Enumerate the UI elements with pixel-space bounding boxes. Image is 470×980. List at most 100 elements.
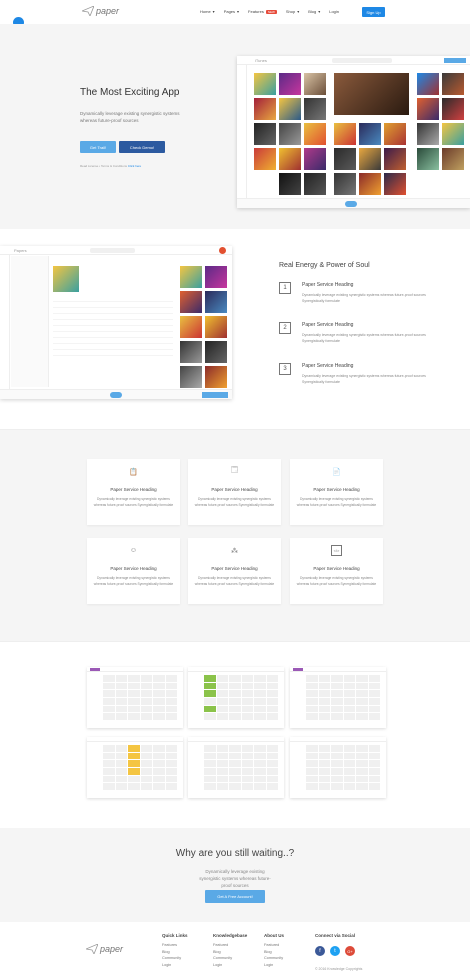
mock-topbar: Papers xyxy=(0,246,232,255)
album-tile xyxy=(180,366,202,388)
code-icon: </> xyxy=(331,545,342,556)
screenshot-thumb[interactable] xyxy=(188,737,284,798)
screenshot-thumb[interactable] xyxy=(188,667,284,728)
album-tile xyxy=(334,173,356,195)
number-3-icon: 3 xyxy=(279,363,291,375)
menu-item-home[interactable]: Home ▾ xyxy=(200,9,215,14)
service-card: ☺ Paper Service Heading Dynamically leve… xyxy=(87,538,180,604)
section-title: Real Energy & Power of Soul xyxy=(279,262,370,269)
album-tile xyxy=(417,98,439,120)
mock-button xyxy=(202,392,228,398)
chevron-down-icon: ▾ xyxy=(318,9,321,14)
thumb-grid xyxy=(103,745,177,790)
feature-heading: Paper Service Heading xyxy=(302,363,354,369)
social-links: f t G+ xyxy=(315,946,355,956)
twitter-icon[interactable]: t xyxy=(330,946,340,956)
mock-button xyxy=(444,58,466,63)
mock-title: iTunes xyxy=(255,58,267,63)
top-nav: paper Home ▾ Pages ▾ Features NEW Shop ▾ Blo… xyxy=(0,0,470,24)
service-desc: Dynamically leverage existing synergisti… xyxy=(296,576,377,586)
feature-heading: Paper Service Heading xyxy=(302,322,354,328)
menu-item-shop[interactable]: Shop ▾ xyxy=(286,9,299,14)
album-tile xyxy=(180,341,202,363)
menu-item-blog[interactable]: Blog ▾ xyxy=(308,9,320,14)
thumb-tag xyxy=(90,668,100,671)
album-tile xyxy=(442,73,464,95)
cta-subtitle: Dynamically leverage existing synergisti… xyxy=(0,868,470,889)
get-trial-button[interactable]: Get Trail! xyxy=(80,141,116,153)
album-tile xyxy=(180,291,202,313)
service-card: 🗔 Paper Service Heading Dynamically leve… xyxy=(188,459,281,525)
menu-item-features[interactable]: Features NEW xyxy=(248,9,277,14)
feature-desc: Dynamically leverage existing synergisti… xyxy=(302,293,426,303)
footer-link[interactable]: Login xyxy=(213,962,247,969)
note-link[interactable]: Click here xyxy=(128,164,141,168)
hero-subtitle: Dynamically leverage existing synergisti… xyxy=(80,111,180,123)
mock-panel xyxy=(11,256,49,387)
screenshot-thumb[interactable] xyxy=(290,737,386,798)
service-heading: Paper Service Heading xyxy=(211,566,258,571)
mock-tracklist xyxy=(53,296,173,356)
screenshot-thumb[interactable] xyxy=(87,737,183,798)
screenshot-thumb[interactable] xyxy=(290,667,386,728)
service-desc: Dynamically leverage existing synergisti… xyxy=(93,576,174,586)
menu-label: Shop xyxy=(285,9,296,14)
thumb-grid xyxy=(306,675,380,720)
footer-col-about: About Us Featured Blog Community Login xyxy=(264,933,284,968)
player-bar xyxy=(237,198,470,208)
footer-col-social: Connect via Social xyxy=(315,933,355,942)
album-tile xyxy=(254,148,276,170)
facebook-icon[interactable]: f xyxy=(315,946,325,956)
album-tile xyxy=(304,73,326,95)
hero-note: Read License • Terms & Conditions Click … xyxy=(80,164,141,168)
album-tile xyxy=(384,148,406,170)
play-control xyxy=(345,201,357,207)
service-desc: Dynamically leverage existing synergisti… xyxy=(93,497,174,507)
menu-label: Features xyxy=(248,9,264,14)
footer-heading: Knowledgebase xyxy=(213,933,248,938)
album-tile xyxy=(384,173,406,195)
footer-link[interactable]: Login xyxy=(162,962,188,969)
check-demo-button[interactable]: Check Demo! xyxy=(119,141,165,153)
logo-text: paper xyxy=(100,944,124,954)
album-tile xyxy=(442,98,464,120)
menu-item-pages[interactable]: Pages ▾ xyxy=(224,9,239,14)
footer-link[interactable]: Community xyxy=(264,955,284,962)
chevron-down-icon: ▾ xyxy=(297,9,300,14)
album-tile xyxy=(417,73,439,95)
album-tile-large xyxy=(334,73,409,115)
cta-title: Why are you still waiting..? xyxy=(175,848,295,859)
thumb-grid xyxy=(306,745,380,790)
service-heading: Paper Service Heading xyxy=(110,566,157,571)
album-tile xyxy=(205,291,227,313)
album-tile xyxy=(359,148,381,170)
thumb-topbar xyxy=(87,667,183,672)
album-tile xyxy=(304,123,326,145)
thumb-grid xyxy=(204,675,278,720)
free-account-button[interactable]: Get A Free Account! xyxy=(205,890,265,903)
logo[interactable]: paper xyxy=(82,6,119,16)
thumb-topbar xyxy=(290,737,386,742)
screenshot-thumb[interactable] xyxy=(87,667,183,728)
album-tile xyxy=(205,366,227,388)
album-tile xyxy=(359,173,381,195)
cta-subtitle-text: Dynamically leverage existing synergisti… xyxy=(199,869,271,888)
menu-label: Login xyxy=(329,9,340,14)
mock-sidebar xyxy=(0,255,10,399)
album-cover xyxy=(53,266,79,292)
thumb-grid xyxy=(103,675,177,720)
service-heading: Paper Service Heading xyxy=(110,487,157,492)
footer: paper Quick Links Features Blog Communit… xyxy=(0,922,470,980)
album-tile xyxy=(334,148,356,170)
menu-item-login[interactable]: Login xyxy=(329,9,339,14)
service-desc: Dynamically leverage existing synergisti… xyxy=(194,576,275,586)
signup-button[interactable]: Sign Up xyxy=(362,7,385,17)
googleplus-icon[interactable]: G+ xyxy=(345,946,355,956)
document-icon: 📄 xyxy=(332,468,341,476)
album-tile xyxy=(279,173,301,195)
mock-avatar xyxy=(219,247,226,254)
footer-logo[interactable]: paper xyxy=(86,944,123,954)
thumb-tag xyxy=(293,668,303,671)
footer-col-quick-links: Quick Links Features Blog Community Logi… xyxy=(162,933,188,968)
footer-link[interactable]: Login xyxy=(264,962,284,969)
